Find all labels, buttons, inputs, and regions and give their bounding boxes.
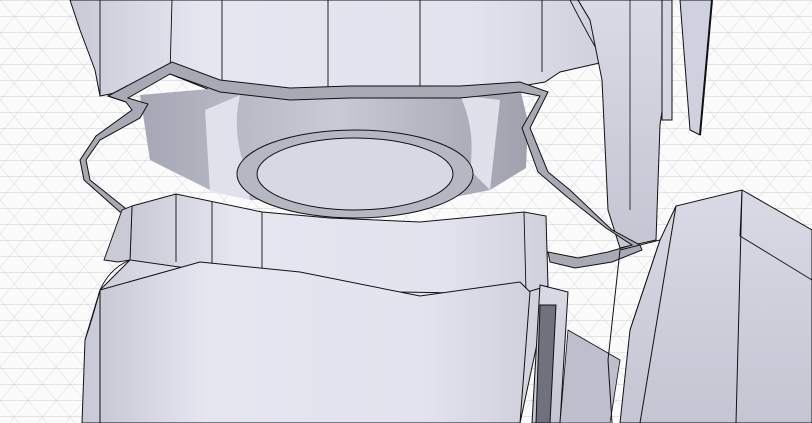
model-canvas[interactable] bbox=[0, 0, 812, 423]
cad-viewport[interactable] bbox=[0, 0, 812, 423]
ring-boss[interactable] bbox=[236, 129, 474, 219]
